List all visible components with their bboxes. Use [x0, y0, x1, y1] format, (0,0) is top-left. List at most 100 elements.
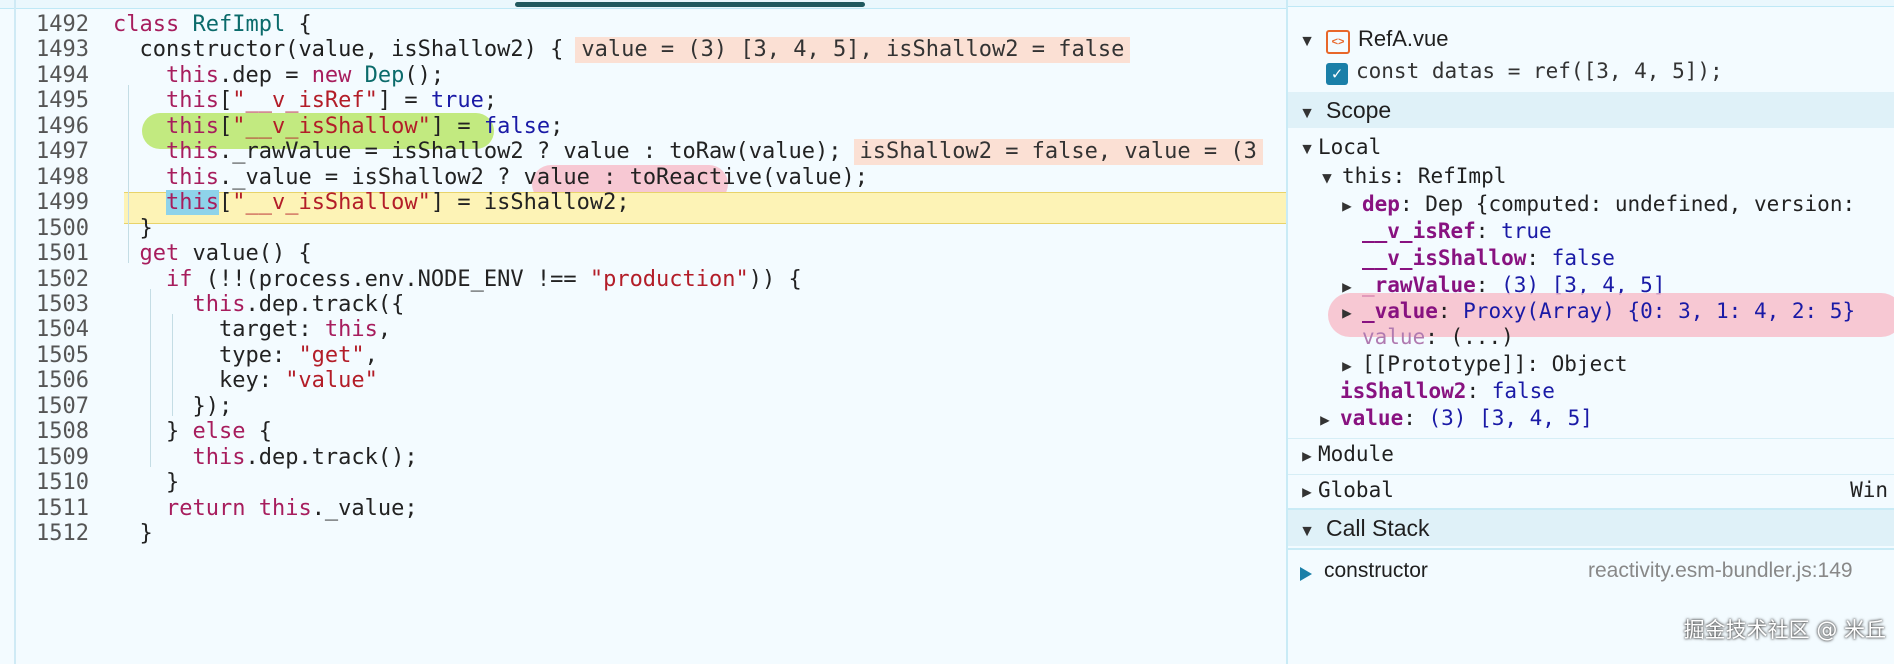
chevron-right-icon[interactable]: ▶	[1296, 477, 1318, 507]
scope-global[interactable]: ▶ Global Win	[1288, 474, 1894, 505]
code-token: .dep =	[218, 62, 312, 88]
code-token: ();	[404, 62, 445, 88]
code-token: {	[285, 12, 312, 37]
indent-guide	[150, 288, 151, 442]
code-token: [	[218, 113, 233, 139]
code-token: key:	[113, 368, 286, 394]
code-token: ,	[364, 37, 392, 63]
code-token: [	[218, 88, 233, 114]
vue-file-icon: <>	[1326, 30, 1350, 55]
indent-guide	[128, 85, 129, 264]
code-token: .dep.track({	[245, 291, 405, 317]
code-token: ,	[377, 317, 392, 343]
var-value-value: (3) [3, 4, 5]	[1428, 406, 1593, 430]
global-value: Win	[1850, 478, 1888, 502]
code-token: get	[113, 241, 193, 267]
var-isshallow2: isShallow2: false	[1340, 379, 1555, 403]
global-label: Global	[1318, 478, 1394, 502]
code-token: type:	[113, 342, 299, 368]
code-token: true	[430, 88, 484, 114]
scope-title: Scope	[1326, 97, 1392, 123]
prop-getter-value-text[interactable]: (...)	[1451, 325, 1514, 349]
callstack-frame[interactable]: constructor reactivity.esm-bundler.js:14…	[1288, 548, 1894, 582]
code-token: ;	[483, 88, 498, 114]
code-token: else	[192, 419, 259, 445]
code-line: 1512 }	[0, 518, 1286, 549]
code-token: ) {	[523, 37, 564, 63]
module-label: Module	[1318, 442, 1394, 466]
scope-this[interactable]: ▼ this: RefImpl	[1288, 161, 1894, 191]
indent-guide	[172, 314, 173, 417]
code-token: RefImpl	[192, 12, 286, 37]
editor-top-scrollbar[interactable]	[0, 0, 1286, 9]
callstack-section-header[interactable]: ▼ Call Stack	[1288, 508, 1894, 546]
watermark: 掘金技术社区 @ 米丘	[1683, 618, 1886, 642]
code-token: .dep.track();	[245, 444, 418, 470]
prop-dep[interactable]: ▶ dep: Dep {computed: undefined, version…	[1288, 189, 1894, 219]
code-token: "get"	[298, 342, 365, 368]
var-value-key: value	[1340, 406, 1404, 430]
breakpoint-item[interactable]: ✓ const datas = ref([3, 4, 5]);	[1288, 56, 1894, 86]
prop-isshallow-key: __v_isShallow	[1362, 246, 1527, 270]
code-token: new	[311, 62, 365, 88]
code-token: "__v_isRef"	[232, 88, 378, 114]
code-token: class	[113, 12, 193, 37]
code-token: "__v_isShallow"	[232, 113, 431, 139]
line-number[interactable]: 1512	[0, 518, 89, 549]
scope-local[interactable]: ▼ Local	[1288, 132, 1894, 162]
prop-isshallow: __v_isShallow: false	[1362, 246, 1615, 270]
chevron-right-icon[interactable]: ▶	[1296, 441, 1318, 471]
code-token: isShallow2	[391, 37, 524, 63]
chevron-right-icon[interactable]: ▶	[1314, 405, 1336, 435]
chevron-down-icon[interactable]: ▼	[1296, 514, 1318, 550]
scope-section-header[interactable]: ▼ Scope	[1288, 92, 1894, 128]
this-label: this: RefImpl	[1342, 164, 1507, 188]
chevron-down-icon[interactable]: ▼	[1296, 27, 1318, 57]
prop-value-value: Proxy(Array) {0: 3, 1: 4, 2: 5}	[1463, 299, 1856, 323]
callstack-frame-name: constructor	[1324, 559, 1428, 582]
code-token: ] =	[377, 88, 431, 114]
code-token: "production"	[589, 266, 749, 292]
line-code: }	[113, 518, 153, 549]
code-token: if	[113, 266, 206, 292]
code-token: (!!(process.env.NODE_ENV !==	[205, 266, 590, 292]
code-token: target:	[113, 317, 325, 343]
code-token: false	[483, 113, 551, 139]
code-token: "__v_isShallow"	[232, 190, 431, 216]
source-editor[interactable]: 1492 class RefImpl {1493 constructor(valu…	[0, 0, 1286, 664]
code-token: value	[298, 37, 365, 63]
code-token: ;	[550, 113, 564, 139]
selected-this-token: this	[165, 190, 219, 216]
breakpoint-file-name: RefA.vue	[1358, 26, 1449, 51]
code-token: constructor(	[113, 37, 299, 63]
chevron-down-icon[interactable]: ▼	[1296, 96, 1318, 132]
code-token: }	[113, 521, 153, 546]
code-token: }	[113, 419, 193, 445]
code-token: [	[218, 190, 233, 216]
code-token: {	[258, 419, 272, 445]
code-token: this	[258, 495, 312, 521]
prop-isshallow-value: false	[1551, 246, 1615, 270]
prop-dep-value: Dep {computed: undefined, version:	[1425, 192, 1856, 216]
scope-module[interactable]: ▶ Module	[1288, 438, 1894, 469]
code-token: Dep	[364, 62, 405, 88]
code-token: ._rawValue = isShallow2 ? value : toRaw(…	[218, 139, 842, 165]
scroll-thumb[interactable]	[515, 2, 865, 7]
breakpoint-checkbox[interactable]: ✓	[1326, 63, 1348, 85]
prop-getter-key: value	[1362, 325, 1426, 349]
code-token: ._value = isShallow2 ? value : toReactiv…	[218, 164, 868, 190]
code-token: "value"	[285, 368, 378, 394]
var-isshallow2-value: false	[1491, 379, 1555, 403]
var-isshallow2-key: isShallow2	[1340, 379, 1467, 403]
code-token: this	[113, 62, 219, 88]
code-token: value() {	[192, 241, 312, 267]
prop-prototype[interactable]: ▶ [[Prototype]]: Object	[1288, 349, 1894, 379]
current-frame-arrow-icon	[1300, 567, 1312, 581]
prop-getter-value[interactable]: value: (...)	[1288, 322, 1894, 352]
var-value[interactable]: ▶ value: (3) [3, 4, 5]	[1288, 403, 1894, 433]
breakpoint-file-row[interactable]: ▼ <> RefA.vue	[1288, 24, 1894, 57]
prop-value-key: _value	[1362, 299, 1438, 323]
callstack-title: Call Stack	[1326, 515, 1430, 541]
prop-isref-key: __v_isRef	[1362, 219, 1476, 243]
